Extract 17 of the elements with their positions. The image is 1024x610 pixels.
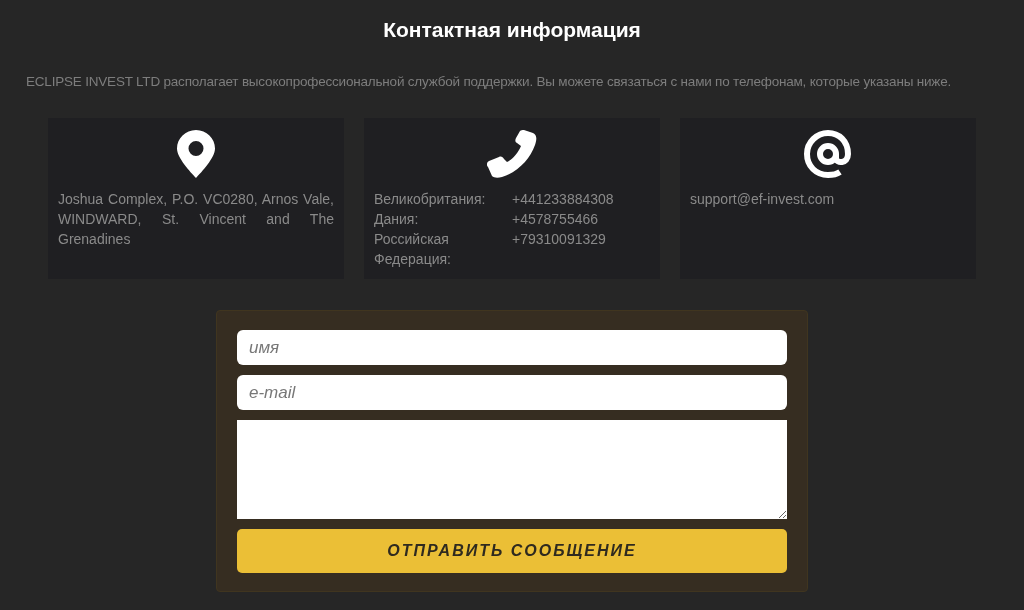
at-sign-icon [803,130,853,178]
phone-number: +4578755466 [512,211,599,227]
send-button[interactable]: ОТПРАВИТЬ СООБЩЕНИЕ [237,529,787,573]
intro-text: ECLIPSE INVEST LTD располагает высокопрофессиональной службой поддержки. Вы можете связаться с нами по телефонам, которые указаны ниже. [25,73,952,91]
location-pin-icon [177,130,215,178]
phone-number: +441233884308 [512,191,614,207]
message-field[interactable] [237,420,787,519]
country-label: Дания: [374,211,419,227]
address-text: Joshua Complex, P.O. VC0280, Arnos Vale, WINDWARD, St. Vincent and The Grenadines [58,190,334,249]
phone-icon [487,130,537,178]
text-field[interactable]: имя [237,330,787,365]
country-label: Великобритания: [374,191,486,207]
text-field[interactable]: e-mail [237,375,787,410]
email-text: support@ef-invest.com [690,190,836,209]
page-title: Контактная информация [383,17,641,43]
country-label: Российская Федерация: [374,231,451,267]
phone-number: +79310091329 [512,231,606,247]
